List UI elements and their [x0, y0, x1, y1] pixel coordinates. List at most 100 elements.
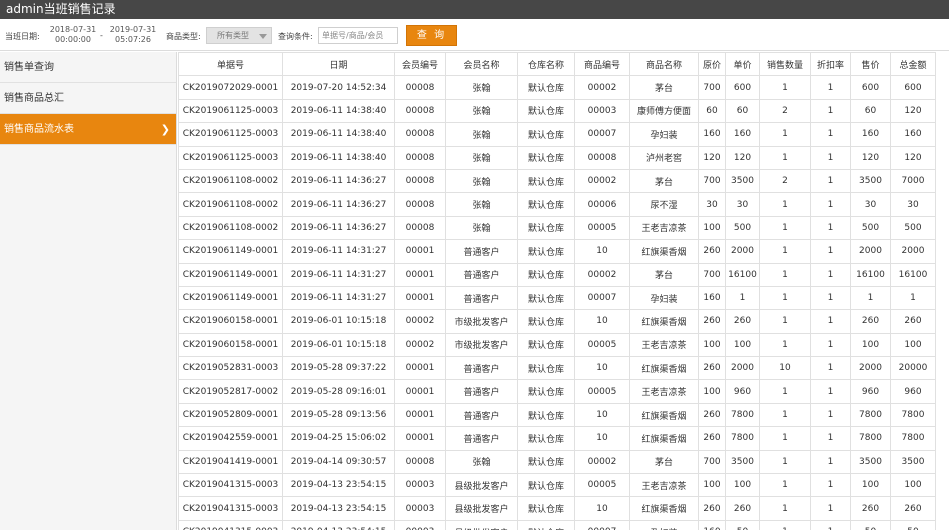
- cell-col-discount: 1: [810, 192, 851, 217]
- header-col-warehouse[interactable]: 仓库名称: [517, 52, 575, 77]
- cell-col-total: 500: [890, 215, 936, 241]
- sidebar-item-sales-order-query[interactable]: 销售单查询: [0, 52, 176, 83]
- cell-col-member-id: 00001: [394, 379, 446, 404]
- cell-col-product-id: 10: [574, 402, 630, 428]
- cell-col-total: 7800: [890, 426, 936, 451]
- table-row[interactable]: CK2019061125-0003 2019-06-11 14:38:40 0000…: [178, 145, 936, 170]
- cell-col-quantity: 1: [759, 332, 811, 358]
- cell-col-product-name: 王老吉凉茶: [629, 473, 699, 498]
- cell-col-member-name: 普通客户: [445, 379, 518, 404]
- cell-col-product-id: 00005: [574, 473, 630, 498]
- table-row[interactable]: CK2019061149-0001 2019-06-11 14:31:27 0000…: [178, 285, 936, 311]
- cell-col-member-name: 普通客户: [445, 262, 518, 287]
- cell-col-member-id: 00001: [394, 285, 446, 311]
- table-row[interactable]: CK2019041315-00032019-04-13 23:54:150000…: [178, 473, 936, 498]
- date-to-time: 05:07:26: [115, 35, 151, 44]
- cell-col-total: 120: [890, 98, 936, 124]
- cell-col-product-name: 茅台: [629, 168, 699, 194]
- header-col-member-name[interactable]: 会员名称: [445, 52, 518, 77]
- cell-col-original-price: 100: [698, 379, 726, 404]
- cell-col-product-id: 00007: [574, 519, 630, 530]
- product-type-label: 商品类型:: [166, 32, 201, 41]
- table-row[interactable]: CK2019060158-0001 2019-06-01 10:15:18 0000…: [178, 309, 936, 334]
- cell-col-member-name: 张翰: [445, 75, 518, 100]
- cell-col-original-price: 160: [698, 519, 726, 530]
- cell-col-discount: 1: [810, 402, 851, 428]
- product-type-select[interactable]: 所有类型: [206, 27, 272, 44]
- table-row[interactable]: CK2019041419-0001 2019-04-14 09:30:57 0000…: [178, 449, 936, 475]
- cell-col-sale-price: 960: [850, 379, 891, 404]
- table-row[interactable]: CK2019061149-0001 2019-06-11 14:31:27 0000…: [178, 262, 936, 287]
- date-from-field[interactable]: 2018-07-31 00:00:00: [44, 25, 102, 45]
- table-row[interactable]: CK2019042559-0001 2019-04-25 15:06:02 0000…: [178, 426, 936, 451]
- cell-col-quantity: 1: [759, 215, 811, 241]
- table-row[interactable]: CK2019072029-0001 2019-07-20 14:52:34 0000…: [178, 75, 936, 100]
- filter-bar: 当班日期: 2018-07-31 00:00:00 - 2019-07-31 0…: [0, 19, 949, 51]
- product-type-value: 所有类型: [217, 31, 249, 40]
- table-row[interactable]: CK2019041315-00032019-04-13 23:54:150000…: [178, 519, 936, 530]
- sidebar-item-sales-product-summary[interactable]: 销售商品总汇: [0, 83, 176, 114]
- table-row[interactable]: CK2019061149-0001 2019-06-11 14:31:27 0000…: [178, 239, 936, 264]
- table-row[interactable]: CK2019061108-0002 2019-06-11 14:36:27 0000…: [178, 168, 936, 194]
- cell-col-warehouse: 默认仓库: [517, 473, 575, 498]
- header-col-order-no[interactable]: 单据号: [178, 52, 283, 77]
- cell-col-warehouse: 默认仓库: [517, 168, 575, 194]
- cell-col-product-name: 孕妇装: [629, 519, 699, 530]
- cell-col-unit-price: 30: [725, 192, 760, 217]
- cell-col-quantity: 1: [759, 519, 811, 530]
- cell-col-sale-price: 60: [850, 98, 891, 124]
- table-row[interactable]: CK2019061125-0003 2019-06-11 14:38:40 0000…: [178, 122, 936, 147]
- sidebar-item-sales-product-flow[interactable]: 销售商品流水表 ❯: [0, 114, 176, 145]
- cell-col-date: 2019-06-11 14:38:40: [282, 145, 395, 170]
- cell-col-date: 2019-06-11 14:36:27: [282, 215, 395, 241]
- header-col-product-id[interactable]: 商品编号: [574, 52, 630, 77]
- cell-col-member-id: 00008: [394, 75, 446, 100]
- header-col-total[interactable]: 总金额: [890, 52, 936, 77]
- query-button[interactable]: 查 询: [406, 25, 457, 46]
- cell-col-original-price: 700: [698, 168, 726, 194]
- cell-col-member-name: 普通客户: [445, 402, 518, 428]
- cell-col-unit-price: 160: [725, 122, 760, 147]
- table-row[interactable]: CK2019052809-0001 2019-05-28 09:13:56 0000…: [178, 402, 936, 428]
- cell-col-discount: 1: [810, 262, 851, 287]
- cell-col-product-name: 红旗渠香烟: [629, 239, 699, 264]
- cell-col-sale-price: 260: [850, 309, 891, 334]
- table-row[interactable]: CK2019061108-0002 2019-06-11 14:36:27 0000…: [178, 192, 936, 217]
- header-col-product-name[interactable]: 商品名称: [629, 52, 699, 77]
- cell-col-original-price: 100: [698, 332, 726, 358]
- table-row[interactable]: CK2019061108-0002 2019-06-11 14:36:27 0000…: [178, 215, 936, 241]
- cell-col-sale-price: 100: [850, 473, 891, 498]
- cell-col-quantity: 1: [759, 449, 811, 475]
- cell-col-quantity: 1: [759, 496, 811, 521]
- cell-col-total: 3500: [890, 449, 936, 475]
- cell-col-discount: 1: [810, 496, 851, 521]
- header-col-sale-price[interactable]: 售价: [850, 52, 891, 77]
- cell-col-date: 2019-04-25 15:06:02: [282, 426, 395, 451]
- cell-col-warehouse: 默认仓库: [517, 239, 575, 264]
- header-col-original-price[interactable]: 原价: [698, 52, 726, 77]
- cell-col-product-name: 茅台: [629, 449, 699, 475]
- table-row[interactable]: CK2019052817-0002 2019-05-28 09:16:01 0000…: [178, 379, 936, 404]
- cell-col-member-name: 张翰: [445, 98, 518, 124]
- cell-col-date: 2019-04-13 23:54:15: [282, 473, 395, 498]
- header-col-quantity[interactable]: 销售数量: [759, 52, 811, 77]
- table-header-row: 单据号 日期 会员编号 会员名称 仓库名称 商品编号 商品名称 原价 单价 销售数量 折扣率 售价 总金…: [178, 52, 936, 77]
- query-condition-input[interactable]: [318, 27, 398, 44]
- date-to-field[interactable]: 2019-07-31 05:07:26: [104, 25, 162, 45]
- cell-col-unit-price: 60: [725, 98, 760, 124]
- cell-col-original-price: 60: [698, 98, 726, 124]
- header-col-unit-price[interactable]: 单价: [725, 52, 760, 77]
- header-col-member-id[interactable]: 会员编号: [394, 52, 446, 77]
- cell-col-member-name: 张翰: [445, 168, 518, 194]
- table-row[interactable]: CK2019052831-0003 2019-05-28 09:37:22 0000…: [178, 356, 936, 381]
- cell-col-original-price: 700: [698, 449, 726, 475]
- cell-col-product-name: 红旗渠香烟: [629, 426, 699, 451]
- table-row[interactable]: CK2019060158-0001 2019-06-01 10:15:18 0000…: [178, 332, 936, 358]
- header-col-date[interactable]: 日期: [282, 52, 395, 77]
- header-col-discount[interactable]: 折扣率: [810, 52, 851, 77]
- table-row[interactable]: CK2019041315-00032019-04-13 23:54:150000…: [178, 496, 936, 521]
- cell-col-unit-price: 16100: [725, 262, 760, 287]
- cell-col-order-no: CK2019061108-0002: [178, 192, 283, 217]
- table-row[interactable]: CK2019061125-0003 2019-06-11 14:38:40 0000…: [178, 98, 936, 124]
- sidebar-item-label: 销售单查询: [4, 62, 54, 73]
